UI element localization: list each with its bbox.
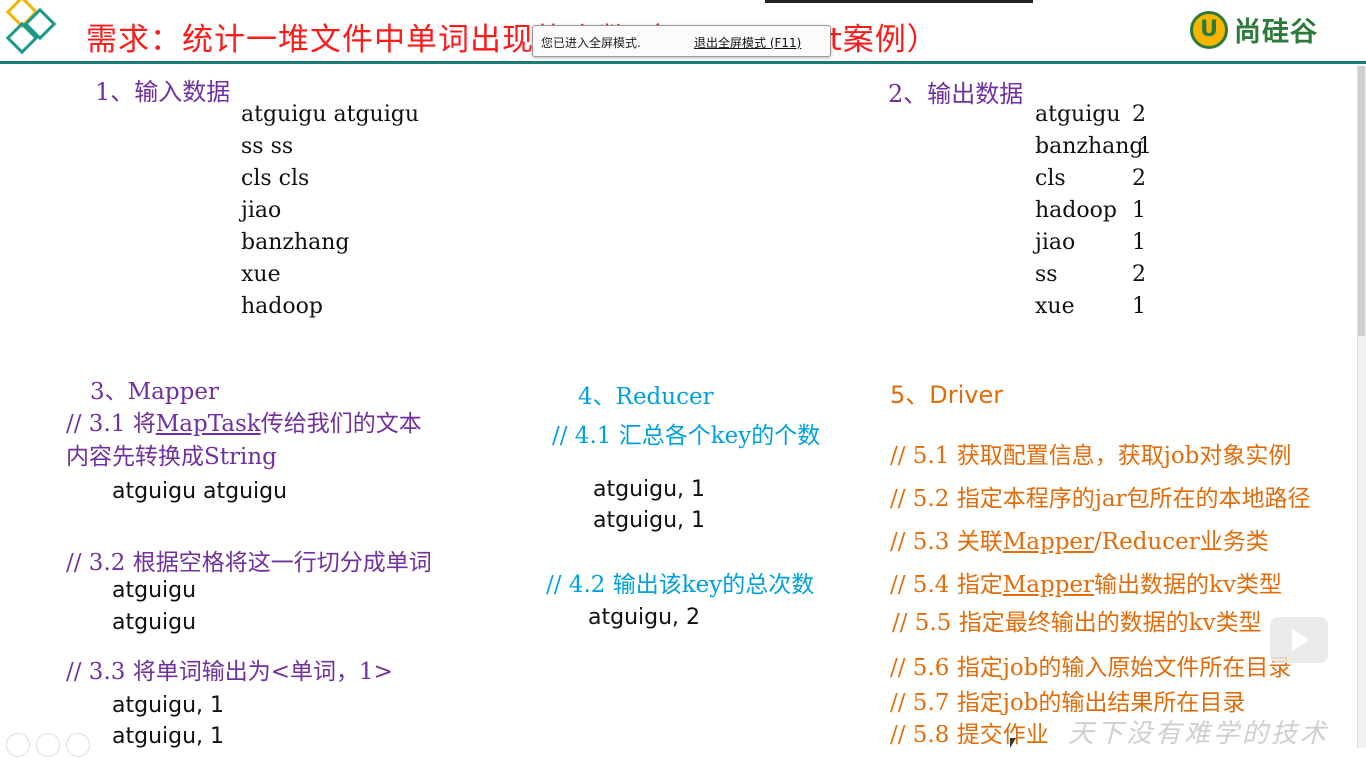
driver-step-text: // 5.6 指定job的输入原始文件所在目录 <box>890 655 1292 681</box>
exit-fullscreen-link[interactable]: 退出全屏模式 (F11) <box>694 34 801 51</box>
scrollbar-thumb[interactable] <box>1358 66 1365 336</box>
reducer-example: atguigu, 1 <box>593 508 706 533</box>
output-word: banzhang <box>1035 134 1144 159</box>
output-word: atguigu <box>1035 102 1121 127</box>
output-word: xue <box>1035 294 1075 319</box>
mapper-example: atguigu <box>112 578 197 603</box>
slide-nav-controls <box>6 733 96 761</box>
input-line: atguigu atguigu <box>241 102 419 127</box>
header-divider <box>0 61 1366 64</box>
maptask-link: MapTask <box>155 411 261 437</box>
driver-step-suffix: 输出数据的kv类型 <box>1094 572 1282 598</box>
input-line: hadoop <box>241 294 323 319</box>
output-heading: 2、输出数据 <box>888 80 1024 108</box>
mapper-step2: // 3.2 根据空格将这一行切分成单词 <box>66 550 432 576</box>
driver-step-text: // 5.8 提交作业 <box>890 722 1049 748</box>
driver-step-text: // 5.5 指定最终输出的数据的kv类型 <box>892 610 1262 636</box>
mouse-cursor-icon <box>1010 738 1016 748</box>
driver-step: // 5.4 指定Mapper输出数据的kv类型 <box>890 565 1282 599</box>
mapper-step1-prefix: // 3.1 将 <box>66 411 156 437</box>
driver-step: // 5.7 指定job的输出结果所在目录 <box>890 683 1245 717</box>
top-bar <box>765 0 1033 3</box>
output-word: ss <box>1035 262 1058 287</box>
output-word: cls <box>1035 166 1066 191</box>
play-button[interactable] <box>1270 617 1328 663</box>
driver-heading: 5、Driver <box>890 381 1004 409</box>
mapper-example: atguigu, 1 <box>112 693 225 718</box>
mapper-example: atguigu atguigu <box>112 479 288 504</box>
driver-step: // 5.1 获取配置信息，获取job对象实例 <box>890 436 1291 470</box>
prev-slide-button[interactable] <box>6 733 30 757</box>
input-line: cls cls <box>241 166 310 191</box>
mapper-step1-line2: 内容先转换成String <box>66 444 277 470</box>
output-count: 2 <box>1132 102 1146 127</box>
input-line: ss ss <box>241 134 294 159</box>
driver-step-suffix: /Reducer业务类 <box>1094 529 1269 555</box>
mapper-link: Mapper <box>1002 572 1095 598</box>
brand-u-icon: U <box>1190 10 1228 49</box>
mapper-step1-suffix: 传给我们的文本 <box>260 411 422 437</box>
output-count: 1 <box>1138 134 1152 159</box>
mapper-example: atguigu, 1 <box>112 724 225 749</box>
watermark: 天下没有难学的技术 <box>1068 719 1330 749</box>
reducer-step2: // 4.2 输出该key的总次数 <box>546 572 815 598</box>
reducer-example: atguigu, 2 <box>588 605 701 630</box>
output-count: 1 <box>1132 198 1146 223</box>
reducer-example: atguigu, 1 <box>593 477 706 502</box>
brand-logo: U 尚硅谷 <box>1190 10 1318 49</box>
next-slide-button[interactable] <box>66 733 90 757</box>
mapper-example: atguigu <box>112 610 197 635</box>
input-line: banzhang <box>241 230 350 255</box>
reducer-heading: 4、Reducer <box>578 384 714 410</box>
driver-step: // 5.5 指定最终输出的数据的kv类型 <box>892 603 1262 637</box>
mapper-step3: // 3.3 将单词输出为<单词，1> <box>66 659 393 685</box>
mapper-heading: 3、Mapper <box>90 379 219 405</box>
diamond-logo-icon <box>0 0 76 60</box>
driver-step: // 5.3 关联Mapper/Reducer业务类 <box>890 522 1269 556</box>
driver-step-text: // 5.2 指定本程序的jar包所在的本地路径 <box>890 486 1311 512</box>
slide-menu-button[interactable] <box>36 733 60 757</box>
input-line: jiao <box>241 198 282 223</box>
driver-step: // 5.6 指定job的输入原始文件所在目录 <box>890 648 1291 682</box>
output-count: 2 <box>1132 166 1146 191</box>
output-word: jiao <box>1035 230 1076 255</box>
mapper-step1: // 3.1 将MapTask传给我们的文本 <box>66 404 422 438</box>
driver-step-text: // 5.1 获取配置信息，获取job对象实例 <box>890 443 1292 469</box>
fullscreen-notice: 您已进入全屏模式. 退出全屏模式 (F11) <box>532 25 831 57</box>
output-count: 1 <box>1132 230 1146 255</box>
reducer-step1: // 4.1 汇总各个key的个数 <box>552 423 821 449</box>
input-heading: 1、输入数据 <box>95 78 231 106</box>
fullscreen-message: 您已进入全屏模式. <box>541 36 641 50</box>
driver-step-text: // 5.3 关联 <box>890 529 1003 555</box>
driver-step: // 5.8 提交作业 <box>890 715 1049 749</box>
play-icon <box>1292 629 1309 651</box>
input-line: xue <box>241 262 281 287</box>
driver-step: // 5.2 指定本程序的jar包所在的本地路径 <box>890 479 1311 513</box>
brand-name: 尚硅谷 <box>1234 17 1318 48</box>
output-count: 1 <box>1132 294 1146 319</box>
output-word: hadoop <box>1035 198 1117 223</box>
mapper-link: Mapper <box>1002 529 1095 555</box>
driver-step-text: // 5.4 指定 <box>890 572 1003 598</box>
output-count: 2 <box>1132 262 1146 287</box>
